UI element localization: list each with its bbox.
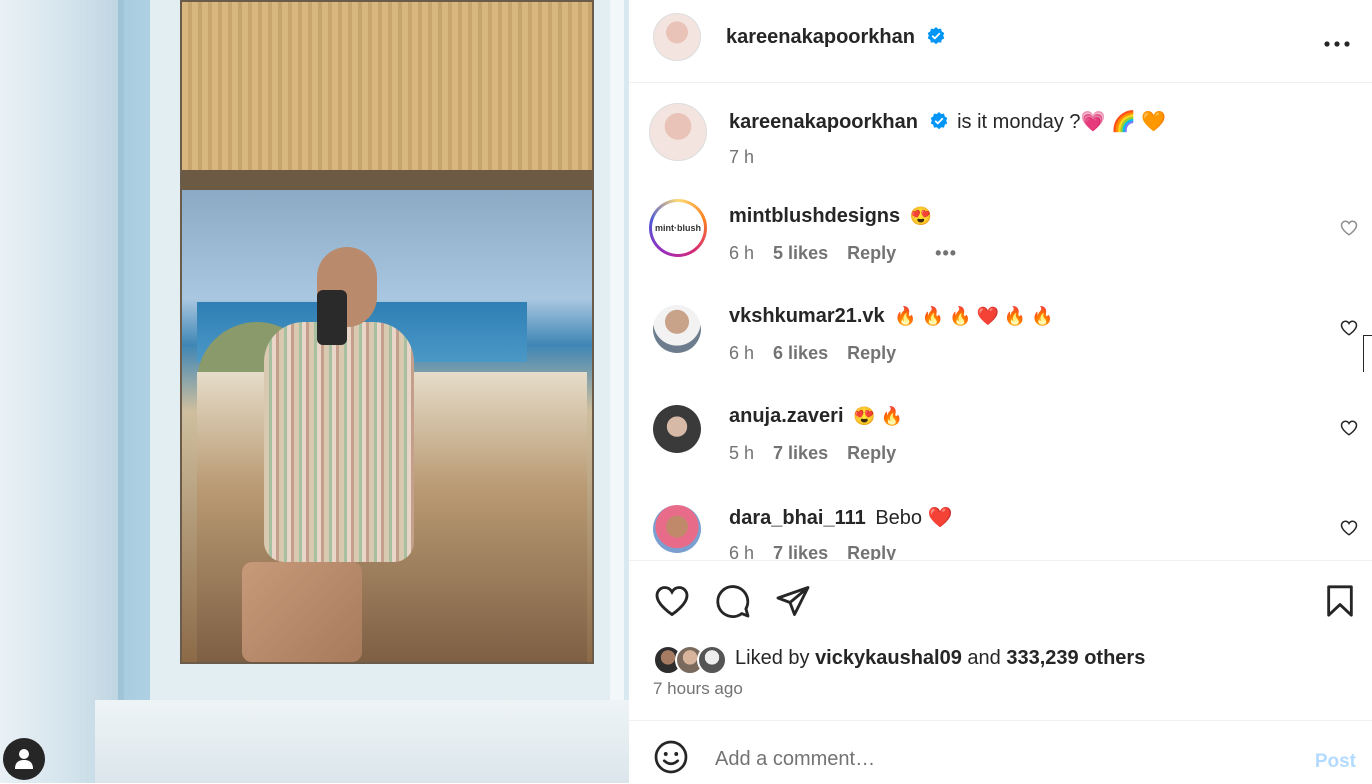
comment-likes[interactable]: 7 likes xyxy=(773,443,828,463)
window-sill xyxy=(95,700,629,783)
roof-beam xyxy=(182,170,592,190)
caption-time[interactable]: 7 h xyxy=(729,147,754,167)
wall xyxy=(0,0,120,783)
comment-item: vkshkumar21.vk 🔥 🔥 🔥 ❤️ 🔥 🔥 6 h 6 likes … xyxy=(629,305,1372,405)
comment-likes[interactable]: 5 likes xyxy=(773,243,828,263)
verified-badge-icon xyxy=(927,27,944,45)
comment-avatar[interactable] xyxy=(653,505,701,553)
comment-text: 😍 xyxy=(909,206,933,226)
mirror-reflection xyxy=(180,0,594,664)
share-icon[interactable] xyxy=(775,583,811,619)
comment-meta: 6 h 7 likes Reply xyxy=(729,543,910,560)
comment-like-heart-icon[interactable] xyxy=(1340,519,1358,537)
comment-username[interactable]: anuja.zaveri xyxy=(729,405,844,427)
more-horizontal-icon xyxy=(1324,41,1350,47)
comment-like-heart-icon[interactable] xyxy=(1340,319,1358,337)
person-legs xyxy=(242,562,362,662)
comment-input[interactable] xyxy=(713,743,1277,775)
scrollbar[interactable] xyxy=(1363,335,1372,372)
comment-avatar[interactable] xyxy=(653,305,701,353)
comment-likes[interactable]: 6 likes xyxy=(773,343,828,363)
more-options-button[interactable] xyxy=(1324,26,1350,54)
caption: kareenakapoorkhan is it monday ?💗 🌈 🧡 7 … xyxy=(629,103,1372,203)
comment-username[interactable]: mintblushdesigns xyxy=(729,205,900,227)
owner-avatar[interactable] xyxy=(653,13,701,61)
comment-time[interactable]: 6 h xyxy=(729,343,754,363)
story-ring[interactable]: mint·blush xyxy=(649,199,707,257)
comment-username[interactable]: vkshkumar21.vk xyxy=(729,305,885,327)
comment-username[interactable]: dara_bhai_111 xyxy=(729,507,866,529)
post-comment-button[interactable]: Post xyxy=(1315,751,1356,773)
caption-line: kareenakapoorkhan is it monday ?💗 🌈 🧡 xyxy=(729,109,1166,134)
add-comment-bar: Post xyxy=(629,720,1372,784)
verified-badge-icon xyxy=(930,112,947,130)
action-bar: Liked by vickykaushal09 and 333,239 othe… xyxy=(629,560,1372,721)
comment-line: mintblushdesigns 😍 xyxy=(729,205,932,228)
caption-meta: 7 h xyxy=(729,147,768,168)
comment-item: dara_bhai_111 Bebo ❤️ 6 h 7 likes Reply xyxy=(629,505,1372,560)
person-shirt xyxy=(264,322,414,562)
comment-avatar: mint·blush xyxy=(652,202,704,254)
comment-item: anuja.zaveri 😍 🔥 5 h 7 likes Reply xyxy=(629,405,1372,505)
comment-like-heart-icon[interactable] xyxy=(1340,419,1358,437)
comment-time[interactable]: 6 h xyxy=(729,543,754,560)
owner-username[interactable]: kareenakapoorkhan xyxy=(726,26,915,48)
caption-avatar[interactable] xyxy=(649,103,707,161)
likes-prefix: Liked by xyxy=(735,647,810,669)
comment-line: anuja.zaveri 😍 🔥 xyxy=(729,405,903,428)
heart-icon[interactable] xyxy=(653,583,691,619)
reply-button[interactable]: Reply xyxy=(847,543,896,560)
post-header: kareenakapoorkhan xyxy=(629,0,1372,83)
comment-line: dara_bhai_111 Bebo ❤️ xyxy=(729,505,953,530)
straw-roof xyxy=(182,2,592,187)
phone xyxy=(317,290,347,345)
likes-text: Liked by vickykaushal09 and 333,239 othe… xyxy=(735,647,1145,670)
comment-time[interactable]: 6 h xyxy=(729,243,754,263)
reply-button[interactable]: Reply xyxy=(847,443,896,463)
comment-meta: 6 h 6 likes Reply xyxy=(729,343,910,364)
caption-username[interactable]: kareenakapoorkhan xyxy=(729,111,918,133)
comment-text: 🔥 🔥 🔥 ❤️ 🔥 🔥 xyxy=(894,306,1054,326)
reply-button[interactable]: Reply xyxy=(847,243,896,263)
owner-username-row: kareenakapoorkhan xyxy=(726,26,945,49)
post-image[interactable] xyxy=(0,0,629,783)
comment-time[interactable]: 5 h xyxy=(729,443,754,463)
comment-icon[interactable] xyxy=(715,583,751,619)
bookmark-icon[interactable] xyxy=(1323,583,1357,619)
comment-meta: 5 h 7 likes Reply xyxy=(729,443,910,464)
comment-meta: 6 h 5 likes Reply ••• xyxy=(729,243,971,264)
likes-connector: and xyxy=(967,647,1001,669)
comment-like-heart-icon[interactable] xyxy=(1340,219,1358,237)
comment-text: Bebo ❤️ xyxy=(875,507,953,529)
likes-count[interactable]: 333,239 others xyxy=(1006,647,1145,669)
comment-line: vkshkumar21.vk 🔥 🔥 🔥 ❤️ 🔥 🔥 xyxy=(729,305,1054,328)
comment-likes[interactable]: 7 likes xyxy=(773,543,828,560)
post-timestamp[interactable]: 7 hours ago xyxy=(653,679,743,699)
post-panel: kareenakapoorkhan kareenakapoorkhan is i… xyxy=(629,0,1372,783)
liker-username[interactable]: vickykaushal09 xyxy=(815,647,962,669)
caption-text: is it monday ?💗 🌈 🧡 xyxy=(957,111,1167,133)
reply-button[interactable]: Reply xyxy=(847,343,896,363)
user-icon xyxy=(15,749,33,769)
emoji-icon[interactable] xyxy=(653,739,689,775)
comments-list[interactable]: kareenakapoorkhan is it monday ?💗 🌈 🧡 7 … xyxy=(629,83,1372,560)
comment-item: mint·blush mintblushdesigns 😍 6 h 5 like… xyxy=(629,199,1372,305)
comment-text: 😍 🔥 xyxy=(853,406,903,426)
tagged-account-button[interactable] xyxy=(3,738,45,780)
comment-more-button[interactable]: ••• xyxy=(935,243,957,263)
comment-avatar[interactable] xyxy=(653,405,701,453)
liker-avatar xyxy=(697,645,727,675)
